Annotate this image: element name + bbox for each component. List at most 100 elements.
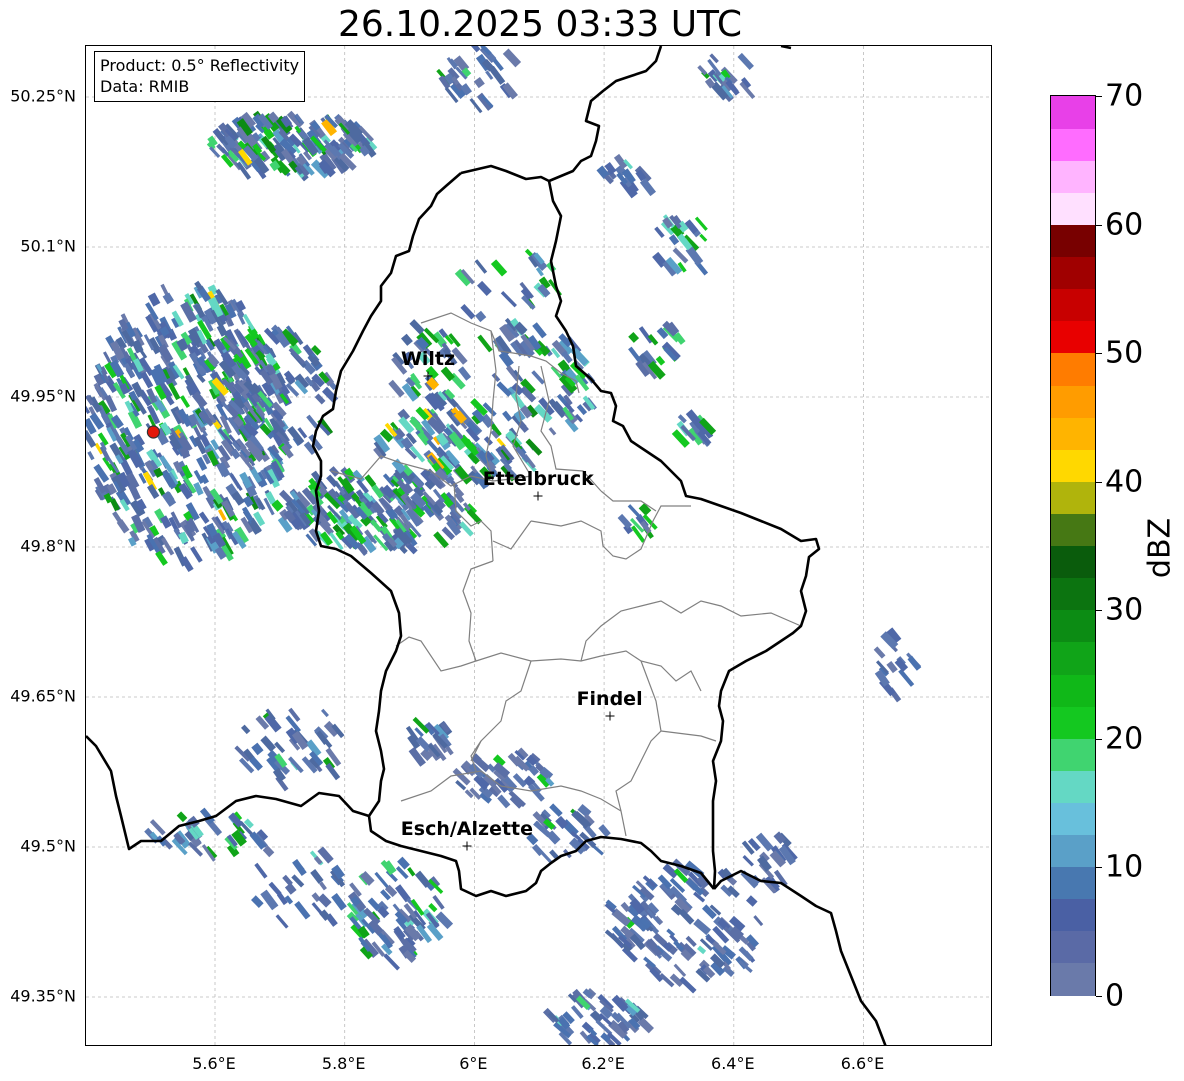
lat-tick-label: 50.25°N <box>10 86 76 106</box>
dbz-colorbar <box>1050 95 1096 996</box>
echo-cell <box>306 414 319 429</box>
echo-cell <box>147 484 160 499</box>
echo-cell <box>500 291 517 308</box>
radar-map[interactable] <box>85 45 992 1046</box>
echo-cell <box>240 724 251 735</box>
echo-cell <box>251 895 264 908</box>
country-borders <box>86 46 887 1045</box>
echo-cell <box>407 866 416 877</box>
colorbar-segment <box>1051 352 1095 386</box>
echo-cell <box>497 794 511 809</box>
echo-cell <box>162 292 175 305</box>
lon-tick-label: 6.6°E <box>840 1054 885 1073</box>
radar-site-marker <box>146 425 160 439</box>
lon-tick-label: 6.4°E <box>711 1054 755 1073</box>
colorbar-segment <box>1051 384 1095 418</box>
echo-cell <box>907 655 922 671</box>
colorbar-tick-label: 60 <box>1105 207 1144 243</box>
product-label: Product: 0.5° Reflectivity <box>100 56 300 75</box>
echo-cell <box>628 331 640 343</box>
echo-cell <box>525 438 543 456</box>
colorbar-segment <box>1051 256 1095 290</box>
colorbar-segment <box>1051 96 1095 129</box>
echo-cell <box>737 52 754 70</box>
colorbar-tick <box>1096 481 1102 483</box>
echo-cell <box>87 450 95 461</box>
colorbar-segment <box>1051 320 1095 354</box>
colorbar-tick-label: 10 <box>1105 849 1144 885</box>
echo-cell <box>654 226 665 238</box>
city-label: Esch/Alzette <box>400 818 534 840</box>
echo-cell <box>291 874 305 888</box>
colorbar-segment <box>1051 513 1095 547</box>
echo-cell <box>359 870 375 886</box>
echo-cell <box>548 427 557 436</box>
lat-tick-label: 49.8°N <box>20 536 76 556</box>
city-marker <box>423 371 433 381</box>
lon-tick-label: 6°E <box>459 1054 488 1073</box>
echo-cell <box>374 871 390 889</box>
colorbar-segment <box>1051 160 1095 193</box>
echo-cell <box>746 895 758 907</box>
echo-cell <box>428 902 438 913</box>
colorbar-tick-label: 50 <box>1105 335 1144 371</box>
colorbar-segment <box>1051 609 1095 643</box>
colorbar-segment <box>1051 834 1095 868</box>
echo-cell <box>702 904 717 920</box>
echo-cell <box>317 893 332 908</box>
echo-cell <box>364 474 377 488</box>
city-marker <box>605 711 615 721</box>
echo-cell <box>198 511 210 524</box>
lat-tick-label: 49.35°N <box>10 986 76 1006</box>
echo-cell <box>475 310 487 323</box>
product-info-box: Product: 0.5° Reflectivity Data: RMIB <box>94 51 306 102</box>
echo-cell <box>284 882 297 895</box>
echo-cell <box>549 803 563 817</box>
colorbar-segment <box>1051 481 1095 514</box>
echo-cell <box>473 76 485 89</box>
echo-cell <box>388 379 405 398</box>
echo-cell <box>294 900 311 920</box>
lat-tick-label: 49.5°N <box>20 836 76 856</box>
colorbar-segment <box>1051 288 1095 322</box>
colorbar-segment <box>1051 449 1095 482</box>
colorbar-tick-label: 70 <box>1105 78 1144 114</box>
lat-tick-label: 50.1°N <box>20 236 76 256</box>
colorbar-tick <box>1096 96 1102 97</box>
echo-cell <box>502 48 522 68</box>
echo-cell <box>693 918 712 936</box>
colorbar-tick <box>1096 224 1102 226</box>
echo-cell <box>458 366 472 381</box>
city-label: Ettelbruck <box>482 468 594 490</box>
colorbar-segment <box>1051 673 1095 707</box>
city-label: Wiltz <box>400 348 456 370</box>
echo-cell <box>655 355 666 366</box>
city-marker <box>462 841 472 851</box>
echo-cell <box>638 503 652 516</box>
echo-cell <box>331 893 347 911</box>
data-source-label: Data: RMIB <box>100 77 190 96</box>
echo-cell <box>677 414 687 424</box>
echo-cell <box>696 945 707 955</box>
echo-cell <box>275 914 289 929</box>
echo-cell <box>176 811 188 823</box>
echo-cell <box>288 756 304 774</box>
echo-cell <box>532 322 547 339</box>
echo-cell <box>310 869 324 884</box>
echo-cell <box>679 976 697 994</box>
echo-cell <box>460 303 476 320</box>
echo-cell <box>757 855 772 872</box>
echo-cell <box>314 393 326 405</box>
echo-cell <box>401 333 413 346</box>
colorbar-segment <box>1051 802 1095 836</box>
echo-cell <box>490 259 508 277</box>
colorbar-tick <box>1096 610 1102 612</box>
echo-cell <box>268 881 282 896</box>
colorbar-segment <box>1051 898 1095 932</box>
colorbar-segment <box>1051 770 1095 803</box>
colorbar-tick <box>1096 996 1102 997</box>
echo-cell <box>873 646 886 659</box>
colorbar-tick-label: 0 <box>1105 978 1125 1014</box>
echo-cell <box>627 504 642 519</box>
echo-cell <box>251 742 264 756</box>
